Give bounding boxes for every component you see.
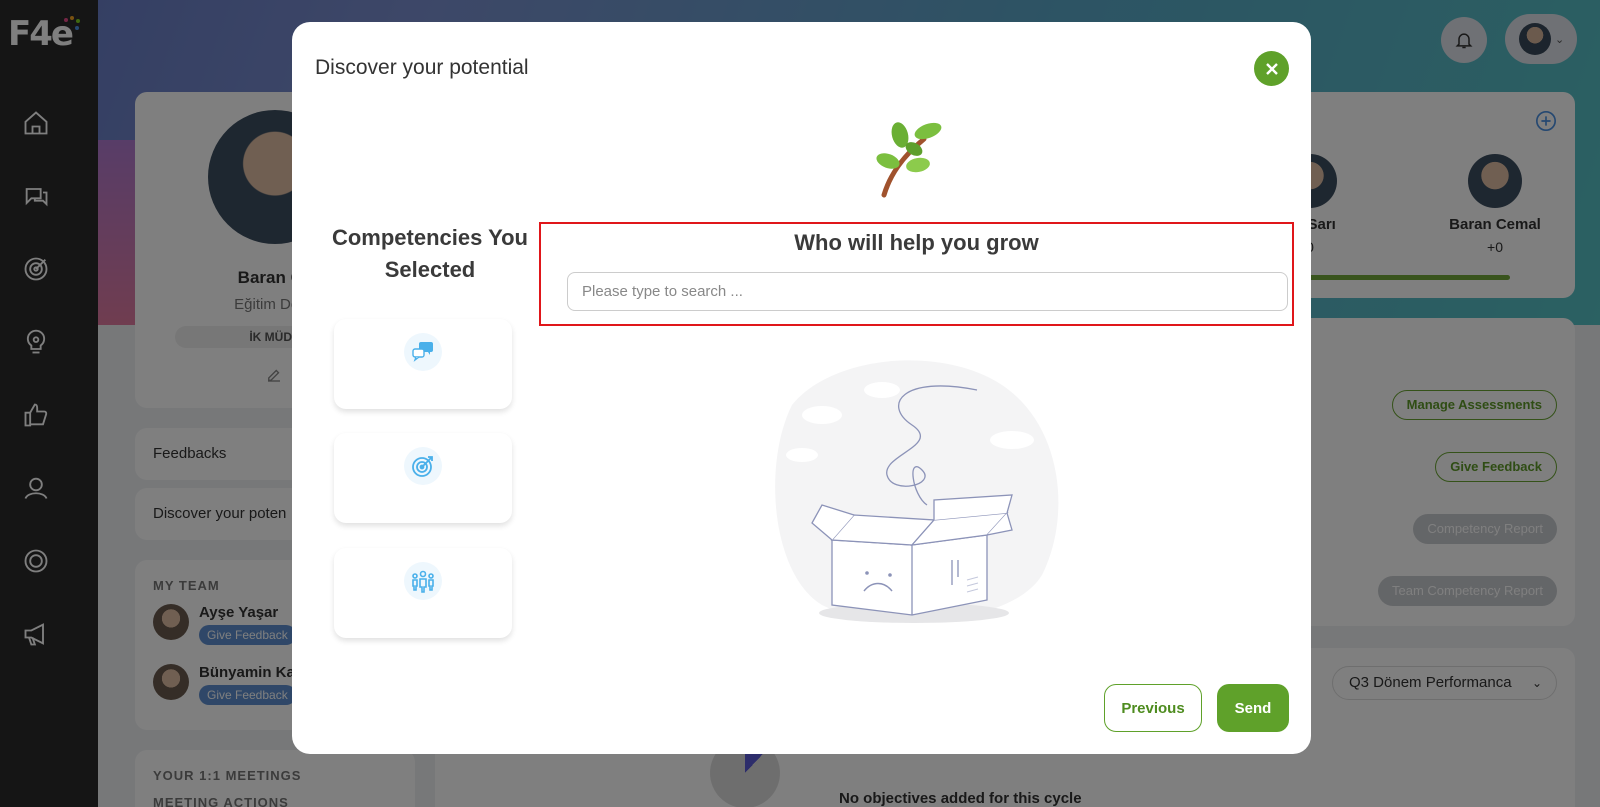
growth-branch-icon — [876, 122, 942, 198]
modal-title: Discover your potential — [315, 56, 529, 79]
previous-button[interactable]: Previous — [1104, 684, 1202, 732]
grow-search-section: Who will help you grow — [539, 222, 1294, 326]
team-icon — [404, 562, 442, 600]
competencies-title: Competencies You Selected — [331, 225, 528, 282]
grow-title: Who will help you grow — [794, 230, 1039, 255]
close-button[interactable] — [1254, 51, 1289, 86]
competency-card[interactable] — [334, 433, 512, 523]
target-arrow-icon — [404, 447, 442, 485]
discover-potential-modal: Discover your potential Competencies You… — [292, 22, 1311, 754]
chat-bubbles-icon — [404, 333, 442, 371]
empty-box-illustration — [775, 360, 1059, 623]
search-input[interactable] — [567, 272, 1288, 311]
close-icon — [1265, 62, 1278, 75]
competency-card[interactable] — [334, 548, 512, 638]
competency-card[interactable] — [334, 319, 512, 409]
send-button[interactable]: Send — [1217, 684, 1289, 732]
